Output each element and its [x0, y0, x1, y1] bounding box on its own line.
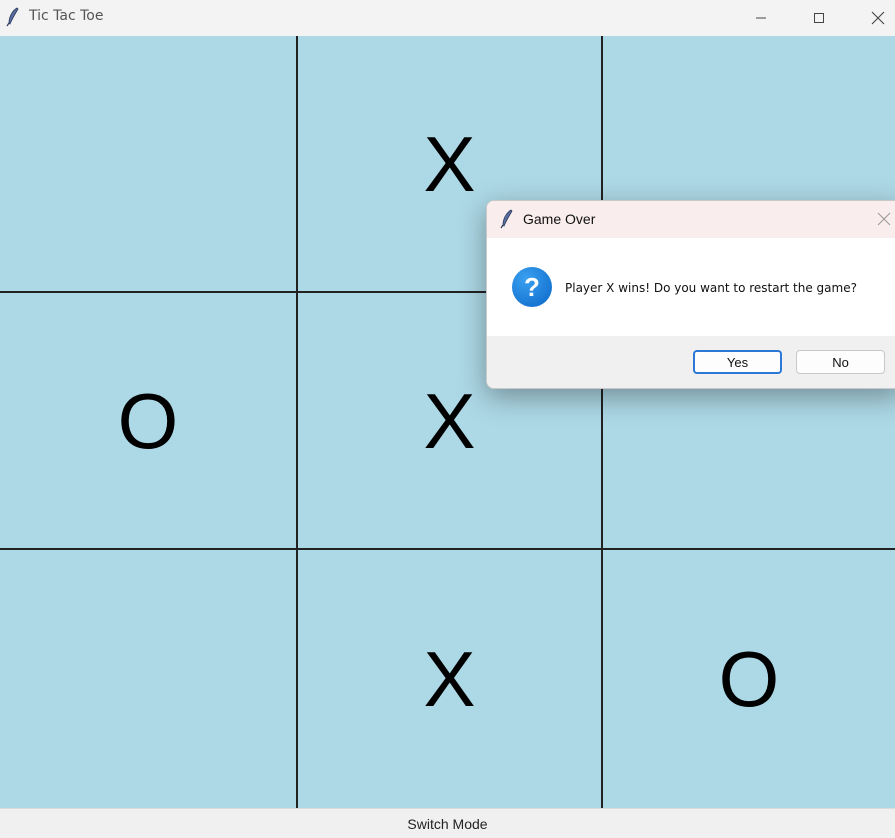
close-icon	[871, 11, 885, 25]
game-board: X O X X O	[0, 36, 895, 808]
minimize-icon	[756, 17, 766, 19]
close-button[interactable]	[855, 0, 895, 36]
no-button[interactable]: No	[796, 350, 885, 374]
board-cell-4[interactable]: O	[0, 293, 296, 548]
switch-mode-label: Switch Mode	[407, 815, 488, 832]
dialog-message: Player X wins! Do you want to restart th…	[565, 281, 857, 295]
dialog-footer: Yes No	[487, 336, 895, 388]
maximize-icon	[814, 13, 824, 23]
board-cell-1[interactable]	[0, 36, 296, 291]
question-icon: ?	[512, 267, 552, 307]
window-title: Tic Tac Toe	[29, 8, 104, 24]
dialog-titlebar: Game Over	[487, 201, 895, 238]
dialog-body: ? Player X wins! Do you want to restart …	[487, 238, 895, 336]
board-cell-8[interactable]: X	[298, 550, 601, 808]
feather-icon	[500, 209, 513, 229]
feather-icon	[6, 7, 19, 27]
dialog-title: Game Over	[523, 211, 596, 227]
switch-mode-button[interactable]: Switch Mode	[0, 808, 895, 838]
board-cell-7[interactable]	[0, 550, 296, 808]
board-cell-9[interactable]: O	[603, 550, 895, 808]
window-titlebar: Tic Tac Toe	[0, 0, 895, 36]
game-over-dialog: Game Over ? Player X wins! Do you want t…	[486, 200, 895, 389]
maximize-button[interactable]	[796, 0, 842, 36]
yes-button[interactable]: Yes	[693, 350, 782, 374]
minimize-button[interactable]	[738, 0, 784, 36]
dialog-close-icon[interactable]	[877, 212, 891, 226]
